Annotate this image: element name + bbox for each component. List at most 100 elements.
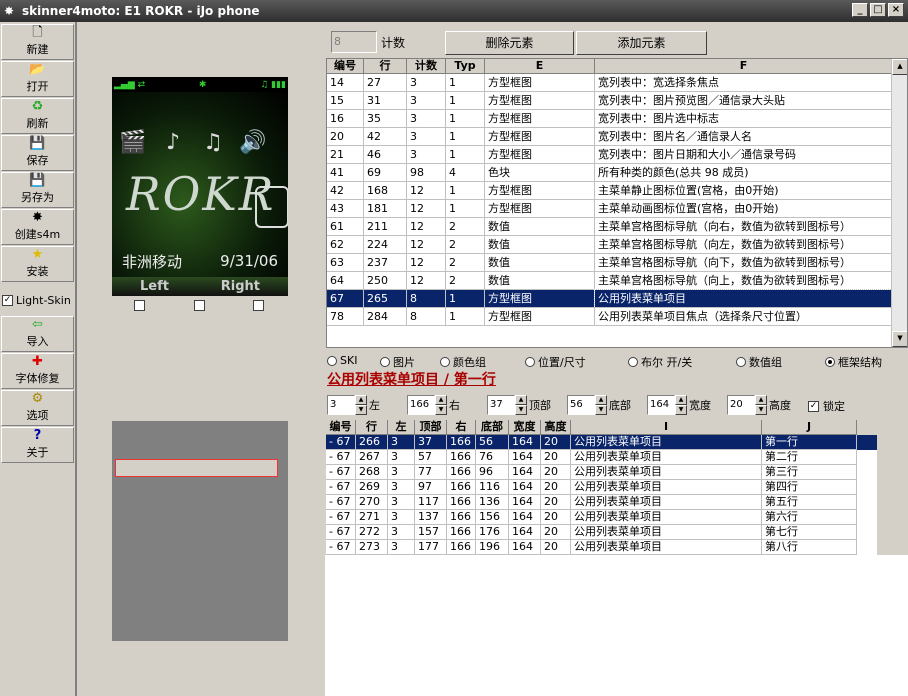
scroll-down-icon[interactable]: ▼ bbox=[892, 331, 907, 347]
table-row[interactable]: 21 46 3 1 方型框图 宽列表中：图片日期和大小／通信录号码 bbox=[327, 146, 907, 164]
spin-up-icon[interactable]: ▲ bbox=[515, 395, 527, 405]
close-button[interactable]: × bbox=[888, 3, 904, 17]
minimize-button[interactable]: _ bbox=[852, 3, 868, 17]
table-row[interactable]: 20 42 3 1 方型框图 宽列表中：图片名／通信录人名 bbox=[327, 128, 907, 146]
left-spinner-value[interactable]: 3 bbox=[327, 395, 355, 415]
preview-checkbox-2[interactable] bbox=[194, 300, 205, 311]
height-spinner: 20 ▲ ▼ 高度 bbox=[727, 395, 791, 415]
radio-value-group[interactable]: 数值组 bbox=[736, 354, 782, 370]
element-table-scrollbar[interactable]: ▲ ▼ bbox=[891, 59, 907, 347]
import-button[interactable]: ⇦ 导入 bbox=[1, 316, 74, 352]
table-row[interactable]: 64 250 12 2 数值 主菜单宫格图标导航（向上，数值为欲转到图标号） bbox=[327, 272, 907, 290]
spin-down-icon[interactable]: ▼ bbox=[355, 405, 367, 415]
height-spinner-value[interactable]: 20 bbox=[727, 395, 755, 415]
frame-row[interactable]: - 67 266 3 37 166 56 164 20 公用列表菜单项目 第一行 bbox=[326, 435, 877, 450]
spin-up-icon[interactable]: ▲ bbox=[675, 395, 687, 405]
new-button[interactable]: 🗋 新建 bbox=[1, 24, 74, 60]
save-as-icon: 💾 bbox=[29, 173, 46, 188]
col-f[interactable]: F bbox=[595, 59, 893, 74]
col-typ[interactable]: Typ bbox=[446, 59, 485, 74]
frame-selection[interactable] bbox=[115, 459, 278, 477]
cell2-top: 177 bbox=[415, 540, 447, 555]
table-row[interactable]: 63 237 12 2 数值 主菜单宫格图标导航（向下，数值为欲转到图标号） bbox=[327, 254, 907, 272]
spin-up-icon[interactable]: ▲ bbox=[355, 395, 367, 405]
cell-row: 265 bbox=[364, 290, 407, 308]
right-spinner-value[interactable]: 166 bbox=[407, 395, 435, 415]
col2-row[interactable]: 行 bbox=[356, 420, 388, 435]
frame-row[interactable]: - 67 271 3 137 166 156 164 20 公用列表菜单项目 第六行 bbox=[326, 510, 877, 525]
save-button[interactable]: 💾 保存 bbox=[1, 135, 74, 171]
frame-row[interactable]: - 67 270 3 117 166 136 164 20 公用列表菜单项目 第五行 bbox=[326, 495, 877, 510]
lock-check-mark: ✓ bbox=[808, 400, 819, 412]
scroll-up-icon[interactable]: ▲ bbox=[892, 59, 907, 75]
frame-row[interactable]: - 67 268 3 77 166 96 164 20 公用列表菜单项目 第三行 bbox=[326, 465, 877, 480]
preview-checkbox-3[interactable] bbox=[253, 300, 264, 311]
col-id[interactable]: 编号 bbox=[327, 59, 364, 74]
col2-j[interactable]: J bbox=[762, 420, 857, 435]
radio-color-group[interactable]: 颜色组 bbox=[440, 354, 486, 370]
add-element-button[interactable]: 添加元素 bbox=[576, 31, 707, 55]
table-row[interactable]: 42 168 12 1 方型框图 主菜单静止图标位置(宫格，由0开始) bbox=[327, 182, 907, 200]
count-field[interactable]: 8 bbox=[331, 31, 377, 53]
delete-element-button[interactable]: 删除元素 bbox=[445, 31, 574, 55]
radio-position-size[interactable]: 位置/尺寸 bbox=[525, 354, 586, 370]
lock-checkbox[interactable]: ✓ 锁定 bbox=[808, 398, 845, 414]
table-row[interactable]: 78 284 8 1 方型框图 公用列表菜单项目焦点（选择条尺寸位置） bbox=[327, 308, 907, 326]
table-row[interactable]: 61 211 12 2 数值 主菜单宫格图标导航（向右，数值为欲转到图标号） bbox=[327, 218, 907, 236]
table-row[interactable]: 15 31 3 1 方型框图 宽列表中：图片预览图／通信录大头贴 bbox=[327, 92, 907, 110]
col2-left[interactable]: 左 bbox=[388, 420, 415, 435]
cell-f: 主菜单静止图标位置(宫格，由0开始) bbox=[595, 182, 893, 200]
table-row[interactable]: 62 224 12 2 数值 主菜单宫格图标导航（向左，数值为欲转到图标号） bbox=[327, 236, 907, 254]
spin-down-icon[interactable]: ▼ bbox=[675, 405, 687, 415]
spin-up-icon[interactable]: ▲ bbox=[435, 395, 447, 405]
frame-row[interactable]: - 67 269 3 97 166 116 164 20 公用列表菜单项目 第四行 bbox=[326, 480, 877, 495]
cell-row: 31 bbox=[364, 92, 407, 110]
frame-row[interactable]: - 67 272 3 157 166 176 164 20 公用列表菜单项目 第七行 bbox=[326, 525, 877, 540]
radio-boolean[interactable]: 布尔 开/关 bbox=[628, 354, 692, 370]
cell-f: 主菜单宫格图标导航（向右，数值为欲转到图标号） bbox=[595, 218, 893, 236]
cell2-right: 166 bbox=[447, 510, 476, 525]
width-spinner-label: 宽度 bbox=[689, 399, 711, 412]
cell2-j: 第一行 bbox=[762, 435, 857, 450]
save-as-button[interactable]: 💾 另存为 bbox=[1, 172, 74, 208]
spin-up-icon[interactable]: ▲ bbox=[595, 395, 607, 405]
radio-frame-structure[interactable]: 框架结构 bbox=[825, 354, 882, 370]
table-row[interactable]: 41 69 98 4 色块 所有种类的颜色(总共 98 成员) bbox=[327, 164, 907, 182]
col2-height[interactable]: 高度 bbox=[541, 420, 571, 435]
table-row[interactable]: 16 35 3 1 方型框图 宽列表中：图片选中标志 bbox=[327, 110, 907, 128]
col2-id[interactable]: 编号 bbox=[326, 420, 356, 435]
frame-row[interactable]: - 67 267 3 57 166 76 164 20 公用列表菜单项目 第二行 bbox=[326, 450, 877, 465]
preview-checkbox-1[interactable] bbox=[134, 300, 145, 311]
radio-ski[interactable]: SKI bbox=[327, 354, 357, 367]
maximize-button[interactable]: □ bbox=[870, 3, 886, 17]
options-button[interactable]: ⚙ 选项 bbox=[1, 390, 74, 426]
spin-down-icon[interactable]: ▼ bbox=[435, 405, 447, 415]
width-spinner-value[interactable]: 164 bbox=[647, 395, 675, 415]
col2-top[interactable]: 顶部 bbox=[415, 420, 447, 435]
top-spinner-value[interactable]: 37 bbox=[487, 395, 515, 415]
col2-width[interactable]: 宽度 bbox=[509, 420, 541, 435]
col-e[interactable]: E bbox=[485, 59, 595, 74]
radio-image[interactable]: 图片 bbox=[380, 354, 415, 370]
table-row[interactable]: 14 27 3 1 方型框图 宽列表中：宽选择条焦点 bbox=[327, 74, 907, 92]
open-button[interactable]: 📂 打开 bbox=[1, 61, 74, 97]
spin-down-icon[interactable]: ▼ bbox=[595, 405, 607, 415]
col-row[interactable]: 行 bbox=[364, 59, 407, 74]
spin-down-icon[interactable]: ▼ bbox=[755, 405, 767, 415]
col2-right[interactable]: 右 bbox=[447, 420, 476, 435]
col2-i[interactable]: I bbox=[571, 420, 762, 435]
create-s4m-button[interactable]: ✸ 创建s4m bbox=[1, 209, 74, 245]
bottom-spinner-value[interactable]: 56 bbox=[567, 395, 595, 415]
install-button[interactable]: ★ 安装 bbox=[1, 246, 74, 282]
light-skin-checkbox[interactable]: ✓ Light-Skin bbox=[2, 294, 71, 307]
font-fix-button[interactable]: ✚ 字体修复 bbox=[1, 353, 74, 389]
spin-down-icon[interactable]: ▼ bbox=[515, 405, 527, 415]
spin-up-icon[interactable]: ▲ bbox=[755, 395, 767, 405]
col-count[interactable]: 计数 bbox=[407, 59, 446, 74]
table-row[interactable]: 67 265 8 1 方型框图 公用列表菜单项目 bbox=[327, 289, 907, 309]
col2-bottom[interactable]: 底部 bbox=[476, 420, 509, 435]
table-row[interactable]: 43 181 12 1 方型框图 主菜单动画图标位置(宫格，由0开始) bbox=[327, 200, 907, 218]
refresh-button[interactable]: ♻ 刷新 bbox=[1, 98, 74, 134]
frame-row[interactable]: - 67 273 3 177 166 196 164 20 公用列表菜单项目 第八行 bbox=[326, 540, 877, 555]
about-button[interactable]: ? 关于 bbox=[1, 427, 74, 463]
